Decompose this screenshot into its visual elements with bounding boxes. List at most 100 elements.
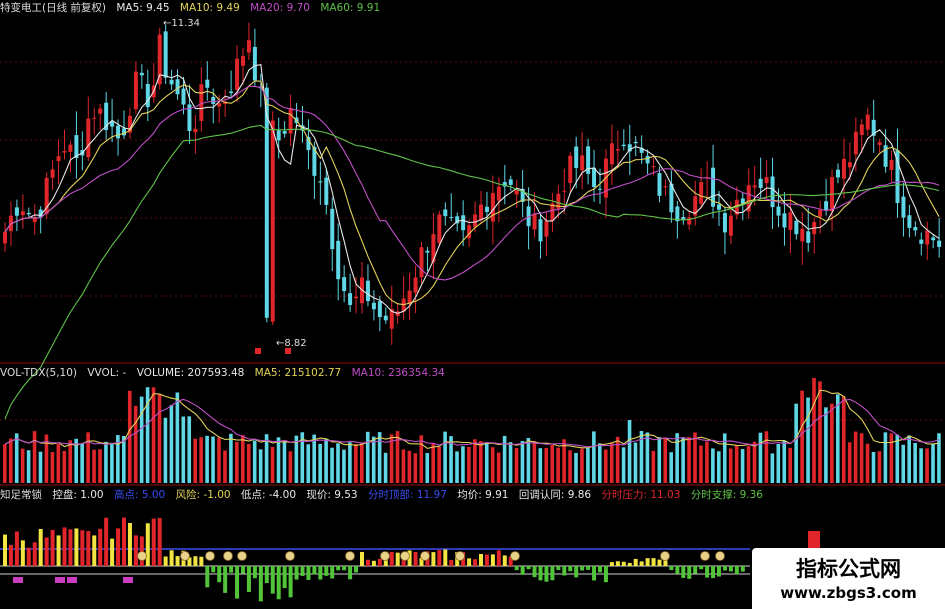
candle-body xyxy=(717,204,721,210)
volume-bar xyxy=(568,450,572,483)
candle-body xyxy=(841,158,846,179)
volume-bar xyxy=(14,433,19,483)
volume-bar xyxy=(246,443,251,483)
candle-body xyxy=(496,186,501,201)
indicator-bar xyxy=(330,566,335,579)
volume-bar xyxy=(360,442,364,483)
indicator-bar xyxy=(62,527,67,566)
volume-bar xyxy=(812,378,816,483)
candle-body xyxy=(122,128,126,136)
candle-body xyxy=(925,230,930,245)
money-bag-icon xyxy=(420,551,430,561)
volume-bar xyxy=(675,433,679,483)
volume-bar xyxy=(26,450,31,483)
candle-body xyxy=(782,213,787,228)
candle-body xyxy=(532,213,537,230)
volume-bar xyxy=(193,438,197,483)
vol-name: VOL-TDX(5,10) xyxy=(0,367,78,379)
candle-body xyxy=(205,79,210,88)
volume-bar xyxy=(532,441,537,483)
indicator-bar xyxy=(443,549,448,566)
candle-body xyxy=(752,185,757,188)
indicator-bar xyxy=(217,566,222,583)
volume-bar xyxy=(80,443,84,483)
candle-body xyxy=(14,207,19,216)
candle-body xyxy=(484,206,489,212)
candle-body xyxy=(116,125,121,139)
volume-bar xyxy=(223,450,227,483)
volume-bar xyxy=(38,451,43,483)
ind-junjia: 均价: 9.91 xyxy=(457,489,509,501)
volume-bar xyxy=(318,443,322,483)
money-bag-icon xyxy=(345,551,355,561)
volume-bar xyxy=(199,437,203,483)
indicator-bar xyxy=(740,566,745,572)
volume-bar xyxy=(175,392,180,483)
candle-body xyxy=(217,103,222,107)
volume-bar xyxy=(8,438,13,483)
volume-bar xyxy=(169,405,174,483)
volume-bar xyxy=(252,440,257,483)
volume-bar xyxy=(830,403,834,483)
candle-body xyxy=(889,160,894,170)
indicator-bar xyxy=(110,538,115,566)
volume-bar xyxy=(508,442,513,483)
volume-bar xyxy=(181,416,186,483)
volume-bar xyxy=(853,431,858,483)
candle-body xyxy=(62,151,67,153)
volume-bar xyxy=(841,396,846,483)
volume-bar xyxy=(931,443,935,483)
volume-bar xyxy=(241,435,245,483)
volume-bar xyxy=(270,446,275,483)
indicator-bar xyxy=(639,561,644,566)
indicator-bar xyxy=(586,566,591,570)
candle-body xyxy=(348,293,353,305)
indicator-bar xyxy=(377,558,382,566)
volume-bar xyxy=(110,444,114,483)
indicator-bar xyxy=(354,566,359,573)
indicator-bar xyxy=(722,566,727,571)
candle-body xyxy=(877,142,882,145)
money-bag-icon xyxy=(237,551,247,561)
ind-kongpan: 控盘: 1.00 xyxy=(52,489,104,501)
volume-bar xyxy=(461,446,465,483)
indicator-bar xyxy=(603,566,608,583)
indicator-bar xyxy=(211,566,216,573)
indicator-bar xyxy=(592,566,597,581)
volume-bar xyxy=(490,447,495,483)
volume-bar xyxy=(865,443,870,483)
indicator-bar xyxy=(32,542,37,566)
low-signal-icon xyxy=(255,348,261,354)
ind-gaodian: 高点: 5.00 xyxy=(113,489,166,501)
volume-bar xyxy=(907,435,911,483)
volume-bar xyxy=(919,448,923,483)
indicator-bar xyxy=(437,549,442,566)
candle-body xyxy=(175,79,180,95)
stock-chart xyxy=(0,22,945,602)
candle-body xyxy=(354,296,359,299)
indicator-bar xyxy=(312,566,317,575)
watermark-url: www.zbgs3.com xyxy=(780,584,917,602)
volume-bar xyxy=(806,397,810,483)
volume-bar xyxy=(56,443,61,483)
indicator-bar xyxy=(365,559,370,566)
candle-body xyxy=(26,212,31,215)
indicator-bar xyxy=(193,556,198,566)
indicator-bar xyxy=(68,529,73,566)
volume-bar xyxy=(800,390,804,483)
money-bag-icon xyxy=(380,551,390,561)
money-bag-icon xyxy=(400,551,410,561)
ind-didian: 低点: -4.00 xyxy=(240,489,296,501)
candle-body xyxy=(461,215,466,231)
indicator-bar xyxy=(80,530,85,566)
volume-bar xyxy=(705,441,709,483)
volume-bar xyxy=(544,447,549,483)
candle-body xyxy=(913,227,918,231)
candle-body xyxy=(770,176,775,208)
volume-bar xyxy=(782,441,787,483)
indicator-bar xyxy=(502,555,507,566)
indicator-bar xyxy=(336,566,341,571)
volume-bar xyxy=(336,443,340,483)
indicator-bar xyxy=(675,566,680,574)
indicator-bar xyxy=(550,566,555,581)
